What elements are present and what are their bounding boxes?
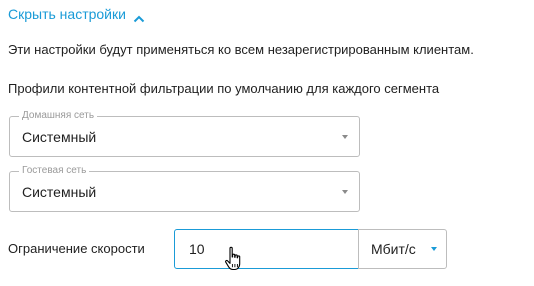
guest-network-profile-select[interactable]: Гостевая сеть Системный (9, 165, 360, 212)
dropdown-caret-icon (342, 190, 348, 194)
chevron-up-icon (133, 10, 145, 23)
dropdown-caret-icon (431, 247, 437, 251)
speed-unit-select[interactable]: Мбит/с (358, 229, 447, 269)
home-network-profile-value: Системный (22, 129, 97, 145)
hide-settings-label: Скрыть настройки (8, 6, 126, 22)
filter-profiles-heading: Профили контентной фильтрации по умолчан… (8, 81, 440, 96)
speed-limit-label: Ограничение скорости (8, 241, 145, 256)
speed-limit-input[interactable] (174, 229, 359, 269)
home-network-profile-select[interactable]: Домашняя сеть Системный (9, 110, 360, 157)
dropdown-caret-icon (342, 135, 348, 139)
guest-network-profile-value: Системный (22, 184, 97, 200)
guest-network-legend: Гостевая сеть (19, 165, 90, 177)
home-network-legend: Домашняя сеть (19, 110, 98, 122)
speed-unit-value: Мбит/с (371, 241, 416, 257)
unregistered-clients-info: Эти настройки будут применяться ко всем … (8, 42, 474, 57)
hide-settings-toggle[interactable]: Скрыть настройки (8, 4, 145, 24)
